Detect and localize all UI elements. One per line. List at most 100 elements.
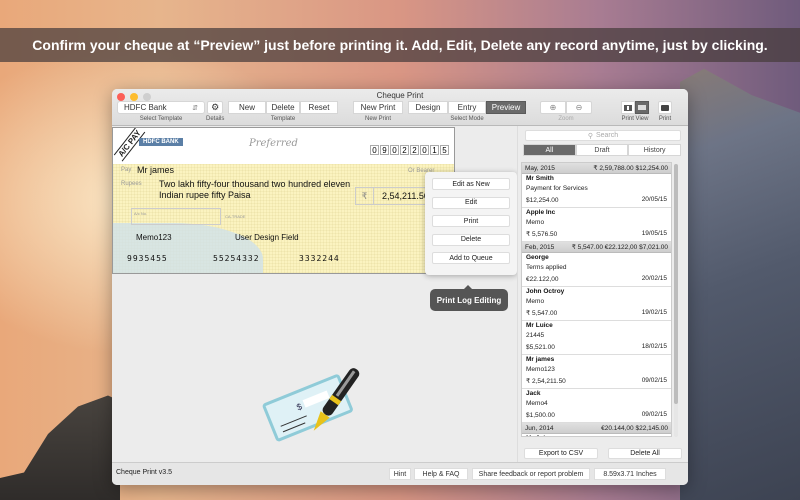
rupees-label: Rupees [121,181,142,187]
log-filter-tabs: All Draft History [523,144,682,156]
select-mode-label: Select Mode [450,116,484,122]
cheque-brand: Preferred [249,138,298,149]
amount-in-words: Two lakh fifty-four thousand two hundred… [159,179,351,200]
date-digit: 2 [400,145,409,155]
split-view-icon [624,104,632,111]
search-icon: ⚲ [587,132,593,140]
account-number-box: A/c No. [131,208,221,225]
print-label: Print [658,116,672,122]
template-new-button[interactable]: New [228,101,266,114]
date-digit: 1 [430,145,439,155]
print-button[interactable] [658,101,672,114]
group-header: May, 2015 ₹ 2,59,788.00 $12,254.00 [522,163,671,174]
record-action-popover: Edit as New Edit Print Delete Add to Que… [425,172,522,275]
template-select-group: HDFC Bank ⇵ Select Template [117,101,205,122]
single-view-button[interactable] [635,101,649,114]
template-group: New Delete Reset Template [228,101,338,122]
print-group: Print [658,101,672,122]
list-item[interactable]: Mr Luice 21445 $5,521.00 18/02/15 [522,321,671,355]
date-digit: 9 [380,145,389,155]
split-view-button[interactable] [621,101,635,114]
date-digit: 0 [390,145,399,155]
cheque-memo: Memo123 [136,233,172,242]
pay-label: Pay [121,167,132,173]
list-item[interactable]: John Octroy Memo ₹ 5,547.00 19/02/15 [522,287,671,321]
zoom-group: ⊕ ⊖ Zoom [540,101,592,122]
sidebar-actions: Export to CSV Delete All [524,448,682,459]
amount-value: 2,54,211.50 [382,191,429,201]
print-record-button[interactable]: Print [432,215,510,227]
delete-all-button[interactable]: Delete All [608,448,682,459]
zoom-in-button[interactable]: ⊕ [540,101,566,114]
cheque-date: 0 9 0 2 2 0 1 5 [370,145,450,155]
zoom-in-icon: ⊕ [549,103,557,112]
new-print-group: New Print New Print [353,101,403,122]
date-digit: 0 [420,145,429,155]
list-item[interactable]: Mr james Memo123 ₹ 2,54,211.50 09/02/15 [522,355,671,389]
cheque-preview[interactable]: A/C PAY HDFC BANK Preferred 0 9 0 2 2 0 … [112,127,455,274]
print-view-label: Print View [621,116,649,122]
page-size-display: 8.59x3.71 Inches [594,468,666,480]
group-header: Jun, 2014 €20.144,00 $22,145.00 [522,423,671,434]
delete-record-button[interactable]: Delete [432,233,510,246]
edit-as-new-button[interactable]: Edit as New [432,178,510,190]
title-bar: Cheque Print HDFC Bank ⇵ Select Template… [112,89,688,126]
print-log-list: May, 2015 ₹ 2,59,788.00 $12,254.00 Mr Sm… [521,162,672,437]
print-log-sidebar: ⚲ Search All Draft History May, 2015 ₹ 2… [517,126,688,462]
export-csv-button[interactable]: Export to CSV [524,448,598,459]
list-scrollbar[interactable] [674,164,678,437]
list-item[interactable]: Mr John [522,434,671,436]
tab-history[interactable]: History [628,144,682,156]
mode-group: Design Entry Preview Select Mode [408,101,526,122]
tab-draft[interactable]: Draft [575,144,629,156]
template-delete-button[interactable]: Delete [266,101,300,114]
list-item[interactable]: Mr Smith Payment for Services $12,254.00… [522,174,671,208]
new-print-button[interactable]: New Print [353,101,403,114]
app-version: Cheque Print v3.5 [116,469,173,476]
date-digit: 0 [370,145,379,155]
main-content: A/C PAY HDFC BANK Preferred 0 9 0 2 2 0 … [112,126,688,462]
select-arrows-icon: ⇵ [192,104,198,112]
preview-area: A/C PAY HDFC BANK Preferred 0 9 0 2 2 0 … [112,126,522,462]
single-view-icon [638,105,646,110]
search-input[interactable]: ⚲ Search [525,130,681,141]
edit-button[interactable]: Edit [432,196,510,209]
help-faq-button[interactable]: Help & FAQ [414,468,468,480]
hint-button[interactable]: Hint [389,468,411,480]
print-log-tooltip: Print Log Editing [430,285,508,311]
list-item[interactable]: Apple Inc Memo ₹ 5,576.50 19/05/15 [522,208,671,242]
gear-icon: ⚙ [211,102,220,112]
status-bar: Cheque Print v3.5 Hint Help & FAQ Share … [112,462,688,485]
print-view-group: Print View [621,101,649,122]
select-template-label: Select Template [139,116,183,122]
scroll-thumb[interactable] [674,164,678,404]
template-reset-button[interactable]: Reset [300,101,338,114]
list-item[interactable]: George Terms applied €22.122,00 20/02/15 [522,253,671,287]
account-type: CA-TRADE [225,214,246,219]
bank-logo: HDFC BANK [139,138,183,146]
template-select[interactable]: HDFC Bank ⇵ [117,101,205,114]
template-select-value: HDFC Bank [124,103,167,112]
micr-code: 55254332 [213,254,260,263]
rupee-icon: ₹ [356,188,374,204]
zoom-out-button[interactable]: ⊖ [566,101,592,114]
mode-preview-tab[interactable]: Preview [486,101,526,114]
mode-entry-tab[interactable]: Entry [448,101,486,114]
micr-cheque-number: 9935455 [127,254,168,263]
add-to-queue-button[interactable]: Add to Queue [432,252,510,264]
feedback-button[interactable]: Share feedback or report problem [472,468,590,480]
payee-name: Mr james [137,165,175,175]
group-header: Feb, 2015 ₹ 5,547.00 €22.122,00 $7,021.0… [522,242,671,253]
zoom-label: Zoom [558,116,574,122]
list-item[interactable]: Jack Memo4 $1,500.00 09/02/15 [522,389,671,423]
date-digit: 2 [410,145,419,155]
mode-design-tab[interactable]: Design [408,101,448,114]
zoom-out-icon: ⊖ [575,103,583,112]
printer-icon [661,104,669,111]
details-button[interactable]: ⚙ [207,101,224,114]
tab-all[interactable]: All [523,144,576,156]
search-placeholder: Search [595,132,619,139]
details-label: Details [206,116,225,122]
new-print-label: New Print [364,116,391,122]
promo-banner: Confirm your cheque at “Preview” just be… [0,28,800,62]
